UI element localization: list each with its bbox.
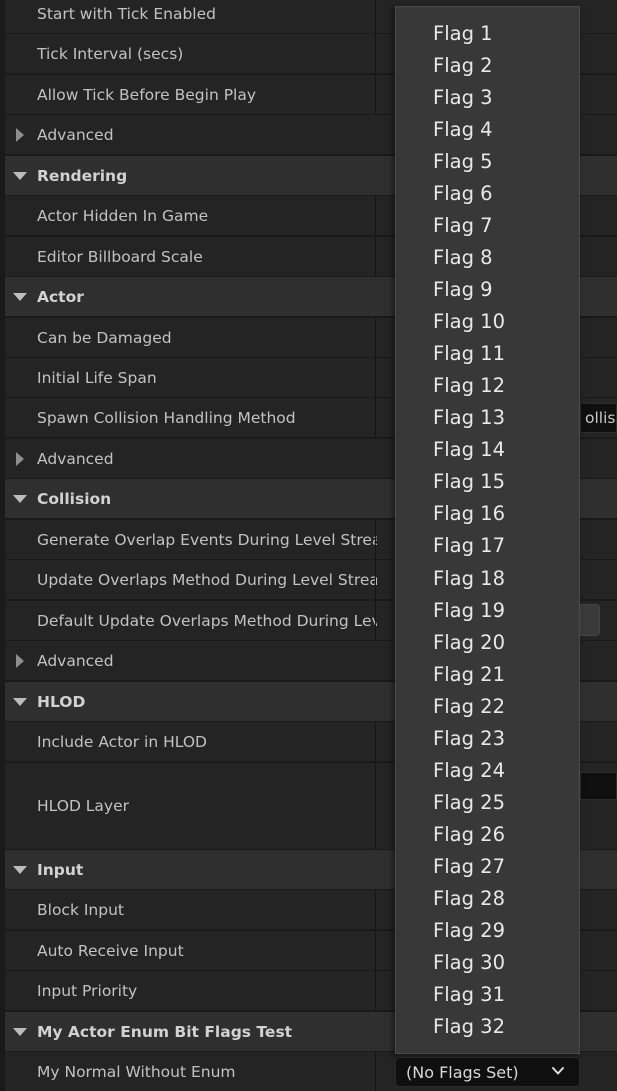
flag-item-15[interactable]: Flag 15 (433, 470, 505, 493)
row-label: Allow Tick Before Begin Play (37, 85, 257, 104)
hlod-layer-value-box[interactable] (580, 772, 617, 800)
flag-item-4[interactable]: Flag 4 (433, 118, 493, 141)
flag-item-18[interactable]: Flag 18 (433, 567, 505, 590)
row-label: Tick Interval (secs) (37, 44, 184, 63)
row-label: Collision (37, 489, 112, 508)
flag-item-23[interactable]: Flag 23 (433, 727, 505, 750)
flag-item-16[interactable]: Flag 16 (433, 502, 505, 525)
row-label: Spawn Collision Handling Method (37, 408, 296, 427)
flag-item-21[interactable]: Flag 21 (433, 663, 505, 686)
row-label: Advanced (37, 125, 114, 144)
collapse-arrow-right-icon[interactable] (16, 127, 24, 142)
row-label: Include Actor in HLOD (37, 732, 207, 751)
expand-arrow-down-icon[interactable] (13, 1027, 27, 1036)
flag-item-26[interactable]: Flag 26 (433, 823, 505, 846)
row-label: Update Overlaps Method During Level Stre… (37, 570, 377, 589)
expand-arrow-down-icon[interactable] (13, 292, 27, 301)
flag-item-7[interactable]: Flag 7 (433, 214, 493, 237)
flag-item-22[interactable]: Flag 22 (433, 695, 505, 718)
my-normal-without-enum-combo[interactable]: (No Flags Set) (395, 1057, 580, 1087)
expand-arrow-down-icon[interactable] (13, 865, 27, 874)
row-label: HLOD Layer (37, 797, 130, 815)
collapse-arrow-right-icon[interactable] (16, 653, 24, 668)
flag-item-31[interactable]: Flag 31 (433, 983, 505, 1006)
row-label: Actor (37, 287, 84, 306)
row-label: HLOD (37, 692, 86, 711)
row-label: Generate Overlap Events During Level Str… (37, 530, 377, 549)
row-label: My Normal Without Enum (37, 1062, 236, 1081)
flag-item-5[interactable]: Flag 5 (433, 150, 493, 173)
spawn-collision-value-text: ollisio (585, 409, 617, 427)
flag-item-14[interactable]: Flag 14 (433, 438, 505, 461)
flag-item-25[interactable]: Flag 25 (433, 791, 505, 814)
flag-item-6[interactable]: Flag 6 (433, 182, 493, 205)
expand-arrow-down-icon[interactable] (13, 494, 27, 503)
row-label: Input Priority (37, 981, 138, 1000)
flag-item-19[interactable]: Flag 19 (433, 599, 505, 622)
flag-item-9[interactable]: Flag 9 (433, 278, 493, 301)
flag-item-1[interactable]: Flag 1 (433, 22, 493, 45)
flag-item-27[interactable]: Flag 27 (433, 855, 505, 878)
row-label: Input (37, 860, 84, 879)
row-label: Advanced (37, 449, 114, 468)
row-label: Start with Tick Enabled (37, 4, 216, 23)
flag-item-3[interactable]: Flag 3 (433, 86, 493, 109)
expand-arrow-down-icon[interactable] (13, 697, 27, 706)
spawn-collision-value-box[interactable]: ollisio (580, 403, 617, 433)
flag-item-13[interactable]: Flag 13 (433, 406, 505, 429)
collapse-arrow-right-icon[interactable] (16, 451, 24, 466)
row-label: Actor Hidden In Game (37, 206, 209, 225)
flag-item-12[interactable]: Flag 12 (433, 374, 505, 397)
flag-item-17[interactable]: Flag 17 (433, 534, 505, 557)
flag-item-32[interactable]: Flag 32 (433, 1015, 505, 1038)
flag-item-30[interactable]: Flag 30 (433, 951, 505, 974)
row-label: Rendering (37, 166, 128, 185)
flag-item-2[interactable]: Flag 2 (433, 54, 493, 77)
flag-item-24[interactable]: Flag 24 (433, 759, 505, 782)
flag-item-28[interactable]: Flag 28 (433, 887, 505, 910)
row-label: Advanced (37, 651, 114, 670)
flags-dropdown-menu: Flag 1 Flag 2 Flag 3 Flag 4 Flag 5 Flag 6 Flag… (395, 6, 580, 1054)
row-label: Initial Life Span (37, 368, 157, 387)
expand-arrow-down-icon[interactable] (13, 171, 27, 180)
default-overlaps-value-box[interactable] (580, 604, 600, 636)
row-label: Default Update Overlaps Method During Le… (37, 611, 377, 630)
flag-item-11[interactable]: Flag 11 (433, 342, 505, 365)
flag-item-8[interactable]: Flag 8 (433, 246, 493, 269)
row-label: Block Input (37, 900, 124, 919)
row-label: Can be Damaged (37, 328, 172, 347)
flag-item-29[interactable]: Flag 29 (433, 919, 505, 942)
row-label: Editor Billboard Scale (37, 247, 203, 266)
combo-value-text: (No Flags Set) (406, 1062, 519, 1082)
flag-item-10[interactable]: Flag 10 (433, 310, 505, 333)
chevron-down-icon (552, 1067, 564, 1075)
flag-item-20[interactable]: Flag 20 (433, 631, 505, 654)
row-label: Auto Receive Input (37, 941, 184, 960)
row-label: My Actor Enum Bit Flags Test (37, 1022, 293, 1041)
